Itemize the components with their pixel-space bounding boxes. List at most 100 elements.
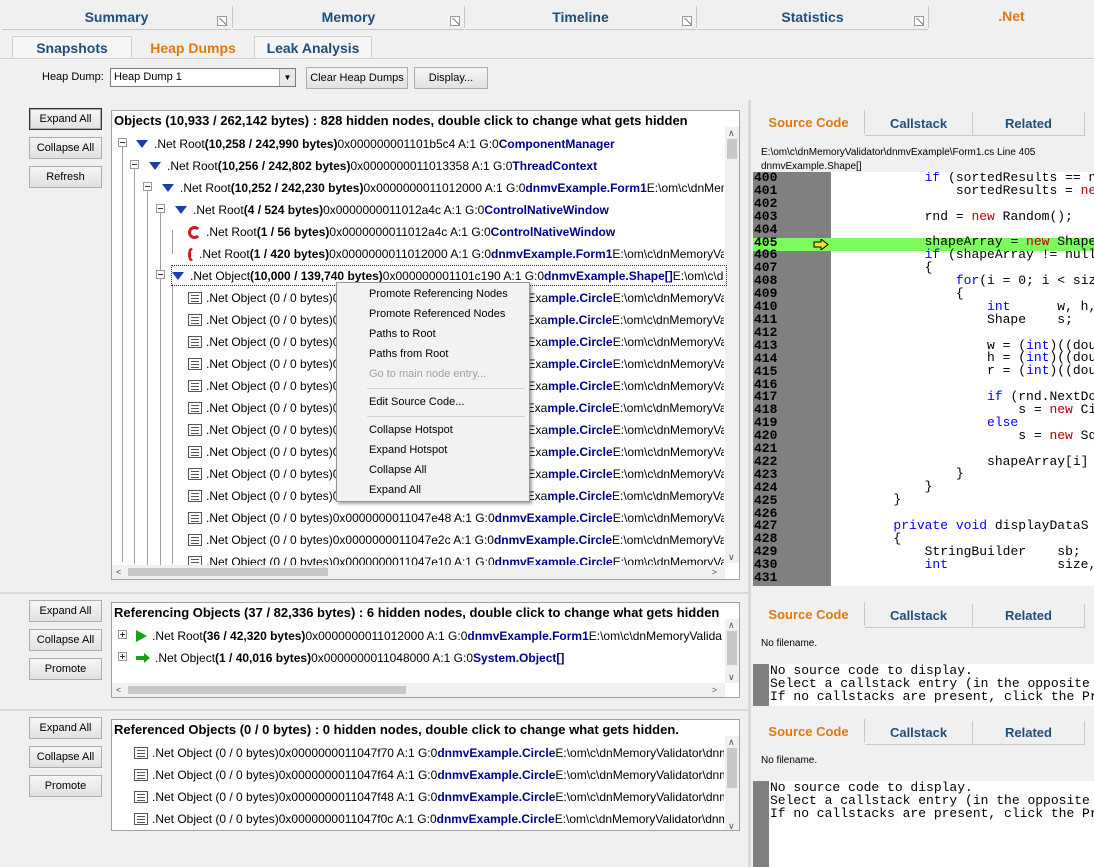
scroll-left-icon[interactable]: <: [116, 566, 121, 578]
collapse-toggle[interactable]: [130, 160, 139, 169]
source-view[interactable]: No source code to display. Select a calls…: [753, 664, 1094, 706]
tree-row[interactable]: .Net Object (0 / 0 bytes) 0x000000001104…: [188, 529, 724, 551]
menu-edit-source[interactable]: Edit Source Code...: [369, 393, 464, 411]
chevron-down-icon[interactable]: ▼: [279, 69, 295, 86]
tab-source-code[interactable]: Source Code: [753, 719, 865, 743]
menu-promote-referenced[interactable]: Promote Referenced Nodes: [369, 305, 505, 323]
menu-paths-from-root[interactable]: Paths from Root: [369, 345, 448, 363]
scroll-right-icon[interactable]: >: [712, 566, 717, 578]
code-token: void: [955, 518, 988, 534]
collapse-all-button[interactable]: Collapse All: [29, 746, 102, 768]
source-view[interactable]: 400 401 402 403 404 405 406 407 408 409 410 411 412 4…: [753, 172, 1094, 586]
vertical-scrollbar[interactable]: ∧ ∨: [725, 619, 739, 683]
tree-row[interactable]: .Net Root (10,252 / 242,230 bytes) 0x000…: [162, 177, 724, 199]
tab-related[interactable]: Related: [973, 112, 1085, 136]
splitter[interactable]: [748, 100, 751, 867]
tab-timeline[interactable]: Timeline: [465, 4, 696, 30]
tab-statistics[interactable]: Statistics: [697, 4, 928, 30]
subtab-leak-analysis[interactable]: Leak Analysis: [254, 36, 372, 58]
close-icon[interactable]: [914, 16, 924, 26]
menu-paths-to-root[interactable]: Paths to Root: [369, 325, 436, 343]
subtab-snapshots[interactable]: Snapshots: [12, 36, 132, 58]
collapse-toggle[interactable]: [156, 204, 165, 213]
row-address: 0x0000000011047f48 A:1 G:0: [278, 790, 438, 804]
tab-callstack[interactable]: Callstack: [865, 604, 973, 628]
close-icon[interactable]: [682, 16, 692, 26]
collapse-toggle[interactable]: [156, 270, 165, 279]
menu-promote-referencing[interactable]: Promote Referencing Nodes: [369, 285, 508, 303]
tab-source-code[interactable]: Source Code: [753, 110, 865, 134]
row-prefix: .Net Root: [167, 159, 218, 173]
tree-row[interactable]: .Net Root (10,258 / 242,990 bytes) 0x000…: [136, 133, 724, 155]
expand-all-button[interactable]: Expand All: [29, 108, 102, 130]
tab-summary[interactable]: Summary: [2, 4, 231, 30]
tree-row[interactable]: .Net Root (1 / 56 bytes) 0x0000000011012…: [188, 221, 724, 243]
collapse-toggle[interactable]: [143, 182, 152, 191]
horizontal-scrollbar[interactable]: < >: [112, 565, 725, 579]
expand-toggle[interactable]: [118, 652, 127, 661]
promote-button[interactable]: Promote: [29, 775, 102, 797]
tab-memory[interactable]: Memory: [233, 4, 464, 30]
tab-callstack[interactable]: Callstack: [865, 112, 973, 136]
splitter[interactable]: [0, 592, 750, 594]
scroll-up-icon[interactable]: ∧: [728, 619, 735, 631]
tree-row[interactable]: .Net Root (1 / 420 bytes) 0x000000001101…: [188, 243, 724, 265]
clear-heap-dumps-button[interactable]: Clear Heap Dumps: [306, 67, 408, 89]
refresh-button[interactable]: Refresh: [29, 166, 102, 188]
tab-callstack[interactable]: Callstack: [865, 721, 973, 745]
scroll-left-icon[interactable]: <: [116, 684, 121, 696]
scroll-thumb[interactable]: [727, 631, 737, 665]
scroll-down-icon[interactable]: ∨: [728, 551, 735, 563]
source-panel: Source Code Callstack Related E:\om\c\dn…: [753, 100, 1094, 588]
menu-expand-hotspot[interactable]: Expand Hotspot: [369, 441, 447, 459]
promote-button[interactable]: Promote: [29, 658, 102, 680]
scroll-down-icon[interactable]: ∨: [728, 820, 735, 830]
scroll-thumb[interactable]: [727, 748, 737, 788]
display-button[interactable]: Display...: [414, 67, 488, 89]
expand-all-button[interactable]: Expand All: [29, 717, 102, 739]
collapse-all-button[interactable]: Collapse All: [29, 629, 102, 651]
collapse-toggle[interactable]: [118, 138, 127, 147]
referencing-tree[interactable]: Referencing Objects (37 / 82,336 bytes) …: [111, 602, 740, 698]
tab-related[interactable]: Related: [973, 604, 1085, 628]
splitter[interactable]: [0, 709, 750, 711]
menu-expand-all[interactable]: Expand All: [369, 481, 421, 499]
scroll-right-icon[interactable]: >: [712, 684, 717, 696]
tab-related[interactable]: Related: [973, 721, 1085, 745]
scroll-thumb[interactable]: [727, 139, 737, 159]
code-token: =: [994, 273, 1019, 289]
tab-dotnet[interactable]: .Net: [929, 4, 1094, 30]
close-icon[interactable]: [217, 16, 227, 26]
tree-row[interactable]: .Net Object (0 / 0 bytes) 0x000000001104…: [134, 764, 724, 786]
close-icon[interactable]: [450, 16, 460, 26]
menu-collapse-all[interactable]: Collapse All: [369, 461, 426, 479]
horizontal-scrollbar[interactable]: < >: [112, 683, 725, 697]
object-icon: [134, 747, 148, 759]
tree-row[interactable]: .Net Object (0 / 0 bytes) 0x000000001104…: [134, 808, 724, 830]
scroll-up-icon[interactable]: ∧: [728, 736, 735, 748]
expand-toggle[interactable]: [118, 630, 127, 639]
tree-row[interactable]: .Net Root (4 / 524 bytes) 0x000000001101…: [175, 199, 724, 221]
tree-row[interactable]: .Net Object (0 / 0 bytes) 0x000000001104…: [134, 742, 724, 764]
tree-row[interactable]: .Net Root (36 / 42,320 bytes) 0x00000000…: [136, 625, 722, 647]
row-prefix: .Net Object (0 / 0 bytes): [206, 401, 333, 415]
tree-row[interactable]: .Net Object (1 / 40,016 bytes) 0x0000000…: [136, 647, 722, 669]
scroll-down-icon[interactable]: ∨: [728, 671, 735, 683]
referenced-tree[interactable]: Referenced Objects (0 / 0 bytes) : 0 hid…: [111, 719, 740, 831]
tree-row[interactable]: .Net Object (0 / 0 bytes) 0x000000001104…: [134, 786, 724, 808]
scroll-thumb[interactable]: [128, 686, 406, 694]
subtab-heap-dumps[interactable]: Heap Dumps: [134, 36, 252, 58]
expand-all-button[interactable]: Expand All: [29, 600, 102, 622]
scroll-up-icon[interactable]: ∧: [728, 127, 735, 139]
vertical-scrollbar[interactable]: ∧ ∨: [725, 127, 739, 563]
scroll-thumb[interactable]: [128, 568, 328, 576]
source-view[interactable]: No source code to display. Select a calls…: [753, 781, 1094, 867]
menu-collapse-hotspot[interactable]: Collapse Hotspot: [369, 421, 453, 439]
collapse-all-button[interactable]: Collapse All: [29, 137, 102, 159]
tree-row[interactable]: .Net Object (0 / 0 bytes) 0x000000001104…: [188, 507, 724, 529]
tab-source-code[interactable]: Source Code: [753, 602, 865, 626]
tree-row[interactable]: .Net Root (10,256 / 242,802 bytes) 0x000…: [149, 155, 724, 177]
vertical-scrollbar[interactable]: ∧ ∨: [725, 736, 739, 830]
code-token: new: [1049, 427, 1073, 443]
heap-dump-select[interactable]: Heap Dump 1 ▼: [110, 68, 296, 87]
